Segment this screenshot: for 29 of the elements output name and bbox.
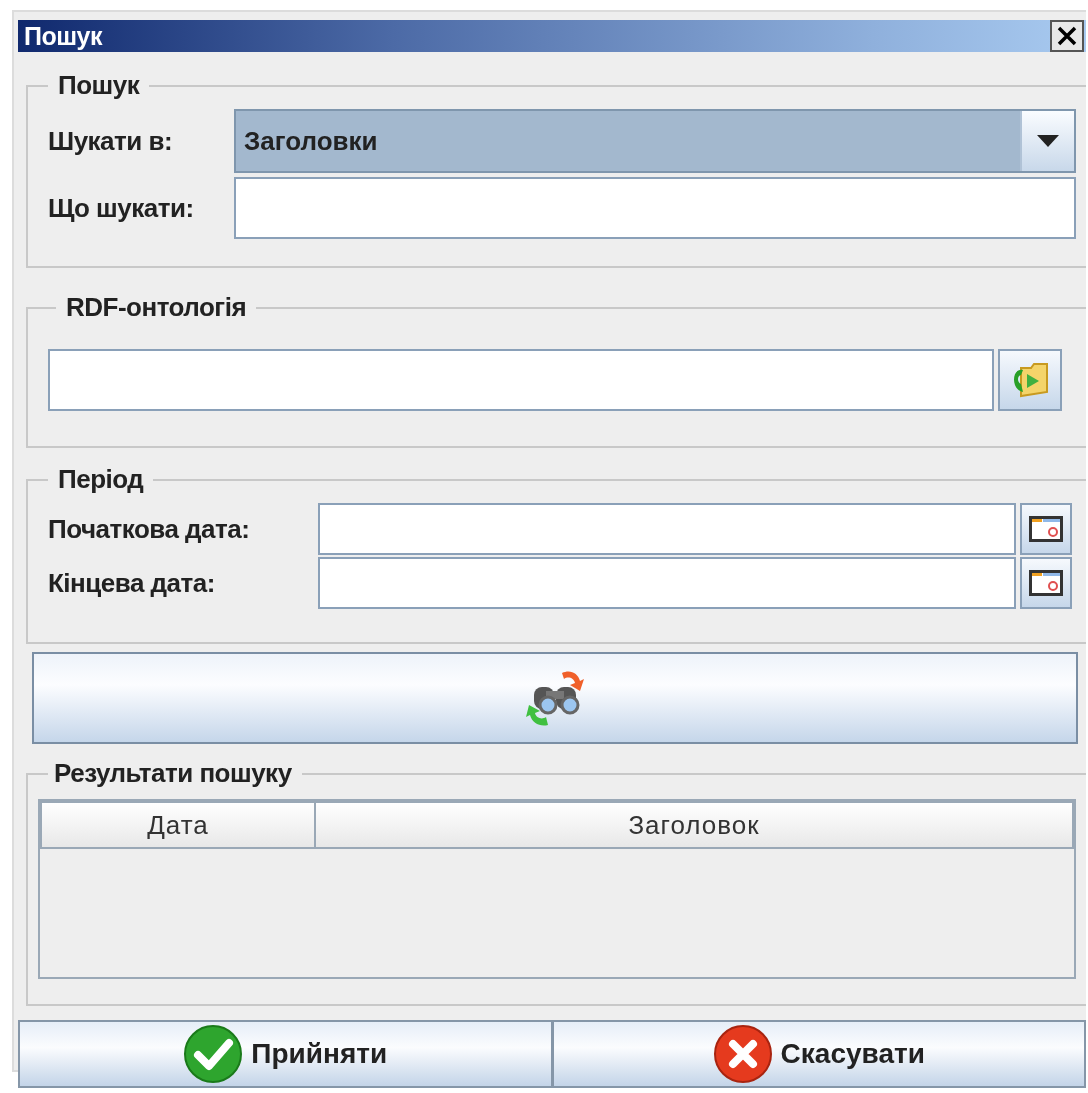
calendar-icon xyxy=(1029,516,1063,542)
caret-icon xyxy=(1037,135,1059,147)
column-header[interactable]: Дата xyxy=(41,802,315,848)
input-field[interactable] xyxy=(234,177,1076,239)
date-field[interactable] xyxy=(318,557,1016,609)
calendar-icon xyxy=(1029,570,1063,596)
field-label: Що шукати: xyxy=(48,192,195,224)
close-icon xyxy=(1056,25,1078,47)
group-title: Період xyxy=(57,464,145,495)
calendar-button[interactable] xyxy=(1020,503,1072,555)
dropdown[interactable]: Заголовки xyxy=(234,109,1076,173)
search-button[interactable] xyxy=(32,652,1078,744)
group-title: Результати пошуку xyxy=(53,758,293,789)
cancel-button[interactable]: Скасувати xyxy=(550,1022,1084,1086)
field-label: Шукати в: xyxy=(48,125,174,157)
close-button[interactable] xyxy=(1050,20,1084,52)
open-folder-button[interactable] xyxy=(998,349,1062,411)
accept-button[interactable]: Прийняти xyxy=(20,1022,551,1086)
group-title: RDF-онтологія xyxy=(65,292,248,323)
calendar-button[interactable] xyxy=(1020,557,1072,609)
field-label: Кінцева дата: xyxy=(48,567,216,599)
column-header[interactable]: Заголовок xyxy=(315,802,1073,848)
checkmark-icon xyxy=(183,1024,244,1084)
input-field[interactable] xyxy=(48,349,994,411)
cross-icon xyxy=(712,1024,773,1084)
window-title: Пошук xyxy=(24,21,102,51)
date-field[interactable] xyxy=(318,503,1016,555)
group-title: Пошук xyxy=(57,70,141,101)
field-label: Початкова дата: xyxy=(48,513,251,545)
